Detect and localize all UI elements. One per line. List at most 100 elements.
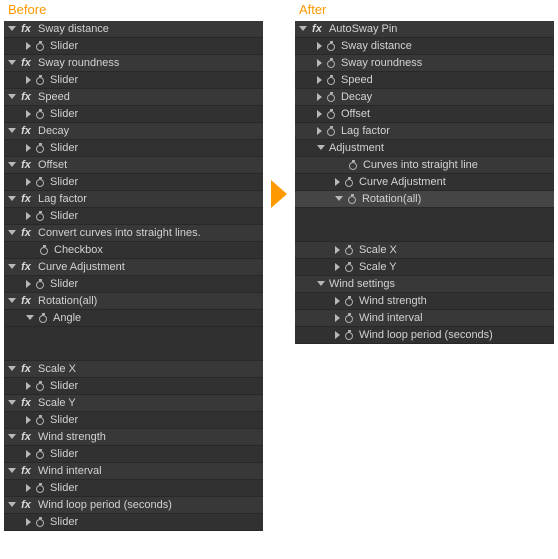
- disclosure-closed-icon[interactable]: [335, 246, 340, 254]
- disclosure-closed-icon[interactable]: [26, 76, 31, 84]
- disclosure-open-icon[interactable]: [8, 400, 16, 405]
- disclosure-closed-icon[interactable]: [317, 110, 322, 118]
- stopwatch-icon[interactable]: [326, 109, 337, 120]
- disclosure-closed-icon[interactable]: [335, 178, 340, 186]
- effect-header[interactable]: fxCurve Adjustment: [4, 259, 263, 276]
- effect-header[interactable]: fxLag factor: [4, 191, 263, 208]
- effect-header[interactable]: fxSway distance: [4, 21, 263, 38]
- stopwatch-icon[interactable]: [35, 381, 46, 392]
- stopwatch-icon[interactable]: [35, 211, 46, 222]
- effect-param[interactable]: Slider: [4, 480, 263, 497]
- disclosure-open-icon[interactable]: [26, 315, 34, 320]
- effect-param[interactable]: Offset: [295, 106, 554, 123]
- disclosure-open-icon[interactable]: [8, 162, 16, 167]
- disclosure-open-icon[interactable]: [8, 366, 16, 371]
- disclosure-open-icon[interactable]: [8, 196, 16, 201]
- disclosure-closed-icon[interactable]: [26, 518, 31, 526]
- disclosure-open-icon[interactable]: [8, 230, 16, 235]
- effect-header[interactable]: fxAutoSway Pin: [295, 21, 554, 38]
- effect-param[interactable]: Slider: [4, 140, 263, 157]
- disclosure-open-icon[interactable]: [8, 298, 16, 303]
- effect-param[interactable]: Lag factor: [295, 123, 554, 140]
- stopwatch-icon[interactable]: [35, 415, 46, 426]
- group-header[interactable]: Wind settings: [295, 276, 554, 293]
- effect-param[interactable]: Slider: [4, 446, 263, 463]
- stopwatch-icon[interactable]: [35, 41, 46, 52]
- stopwatch-icon[interactable]: [347, 194, 358, 205]
- effect-param[interactable]: Slider: [4, 72, 263, 89]
- disclosure-closed-icon[interactable]: [317, 76, 322, 84]
- disclosure-closed-icon[interactable]: [26, 416, 31, 424]
- group-param[interactable]: Rotation(all): [295, 191, 554, 208]
- disclosure-open-icon[interactable]: [335, 196, 343, 201]
- effect-param[interactable]: Decay: [295, 89, 554, 106]
- disclosure-closed-icon[interactable]: [26, 178, 31, 186]
- stopwatch-icon[interactable]: [344, 177, 355, 188]
- stopwatch-icon[interactable]: [326, 92, 337, 103]
- effect-param[interactable]: Slider: [4, 106, 263, 123]
- disclosure-closed-icon[interactable]: [26, 382, 31, 390]
- disclosure-closed-icon[interactable]: [26, 42, 31, 50]
- effect-header[interactable]: fxWind strength: [4, 429, 263, 446]
- disclosure-open-icon[interactable]: [8, 502, 16, 507]
- stopwatch-icon[interactable]: [39, 245, 50, 256]
- effect-param[interactable]: Slider: [4, 378, 263, 395]
- group-param[interactable]: Wind loop period (seconds): [295, 327, 554, 344]
- disclosure-closed-icon[interactable]: [317, 42, 322, 50]
- effect-param[interactable]: Speed: [295, 72, 554, 89]
- disclosure-closed-icon[interactable]: [26, 212, 31, 220]
- stopwatch-icon[interactable]: [35, 109, 46, 120]
- group-param[interactable]: Scale Y: [295, 259, 554, 276]
- stopwatch-icon[interactable]: [326, 58, 337, 69]
- effect-header[interactable]: fxOffset: [4, 157, 263, 174]
- stopwatch-icon[interactable]: [348, 160, 359, 171]
- group-param[interactable]: Wind strength: [295, 293, 554, 310]
- stopwatch-icon[interactable]: [35, 449, 46, 460]
- disclosure-open-icon[interactable]: [8, 26, 16, 31]
- stopwatch-icon[interactable]: [35, 143, 46, 154]
- disclosure-closed-icon[interactable]: [335, 263, 340, 271]
- stopwatch-icon[interactable]: [35, 279, 46, 290]
- disclosure-closed-icon[interactable]: [317, 93, 322, 101]
- stopwatch-icon[interactable]: [344, 330, 355, 341]
- effect-header[interactable]: fxDecay: [4, 123, 263, 140]
- effect-header[interactable]: fxScale Y: [4, 395, 263, 412]
- disclosure-closed-icon[interactable]: [26, 280, 31, 288]
- effect-header[interactable]: fxRotation(all): [4, 293, 263, 310]
- stopwatch-icon[interactable]: [35, 483, 46, 494]
- effect-header[interactable]: fxScale X: [4, 361, 263, 378]
- group-param[interactable]: Curves into straight line: [295, 157, 554, 174]
- group-param[interactable]: Wind interval: [295, 310, 554, 327]
- disclosure-closed-icon[interactable]: [26, 110, 31, 118]
- disclosure-open-icon[interactable]: [317, 145, 325, 150]
- disclosure-closed-icon[interactable]: [317, 127, 322, 135]
- disclosure-open-icon[interactable]: [8, 60, 16, 65]
- disclosure-open-icon[interactable]: [8, 434, 16, 439]
- effect-param[interactable]: Slider: [4, 412, 263, 429]
- disclosure-closed-icon[interactable]: [26, 484, 31, 492]
- stopwatch-icon[interactable]: [38, 313, 49, 324]
- stopwatch-icon[interactable]: [344, 313, 355, 324]
- effect-header[interactable]: fxSpeed: [4, 89, 263, 106]
- disclosure-closed-icon[interactable]: [335, 331, 340, 339]
- group-param[interactable]: Curve Adjustment: [295, 174, 554, 191]
- disclosure-closed-icon[interactable]: [26, 144, 31, 152]
- disclosure-open-icon[interactable]: [8, 468, 16, 473]
- stopwatch-icon[interactable]: [344, 262, 355, 273]
- disclosure-closed-icon[interactable]: [335, 314, 340, 322]
- effect-header[interactable]: fxWind loop period (seconds): [4, 497, 263, 514]
- stopwatch-icon[interactable]: [326, 75, 337, 86]
- effect-param[interactable]: Slider: [4, 208, 263, 225]
- disclosure-closed-icon[interactable]: [317, 59, 322, 67]
- effect-param[interactable]: Sway distance: [295, 38, 554, 55]
- effect-param[interactable]: Angle: [4, 310, 263, 327]
- stopwatch-icon[interactable]: [344, 296, 355, 307]
- effect-param[interactable]: Slider: [4, 514, 263, 531]
- effect-param[interactable]: Sway roundness: [295, 55, 554, 72]
- disclosure-open-icon[interactable]: [8, 264, 16, 269]
- effect-header[interactable]: fxWind interval: [4, 463, 263, 480]
- effect-param[interactable]: Slider: [4, 38, 263, 55]
- stopwatch-icon[interactable]: [35, 517, 46, 528]
- group-param[interactable]: Scale X: [295, 242, 554, 259]
- group-header[interactable]: Adjustment: [295, 140, 554, 157]
